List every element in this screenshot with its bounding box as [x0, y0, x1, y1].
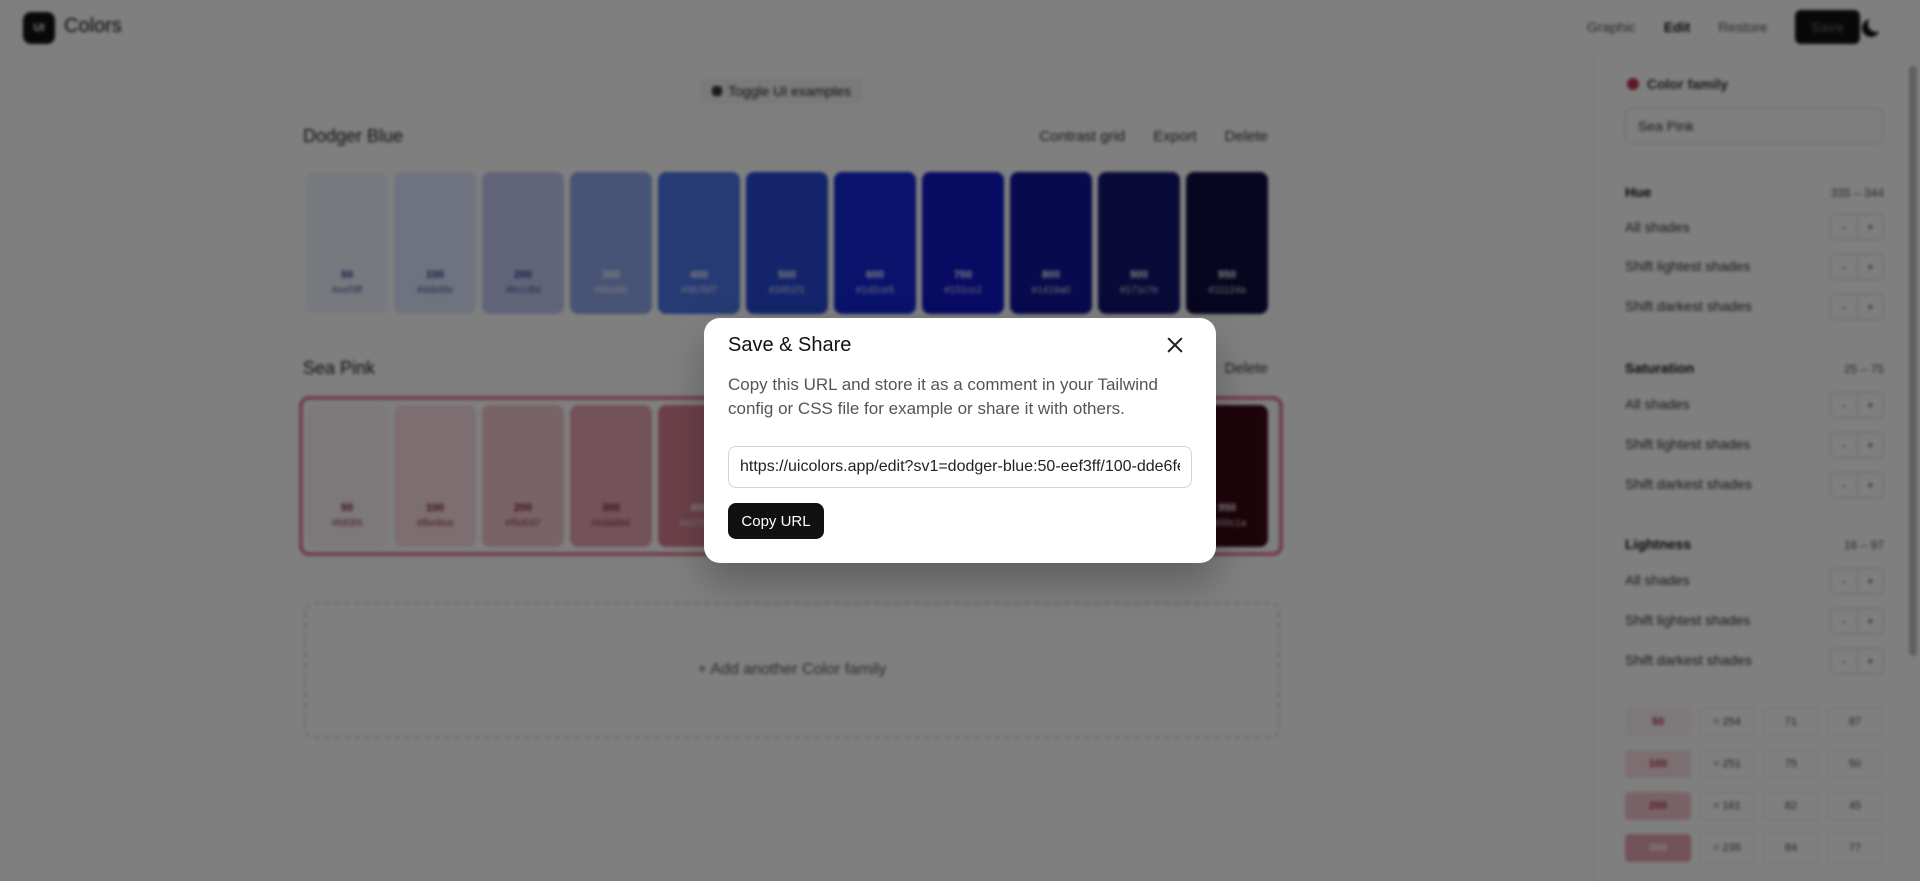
share-url-input[interactable]: [728, 446, 1192, 488]
dialog-description: Copy this URL and store it as a comment …: [728, 375, 1158, 418]
save-share-dialog: Save & Share Copy this URL and store it …: [704, 318, 1216, 563]
close-icon[interactable]: [1162, 332, 1188, 358]
dialog-title: Save & Share: [728, 334, 852, 356]
copy-url-button[interactable]: Copy URL: [728, 503, 824, 539]
